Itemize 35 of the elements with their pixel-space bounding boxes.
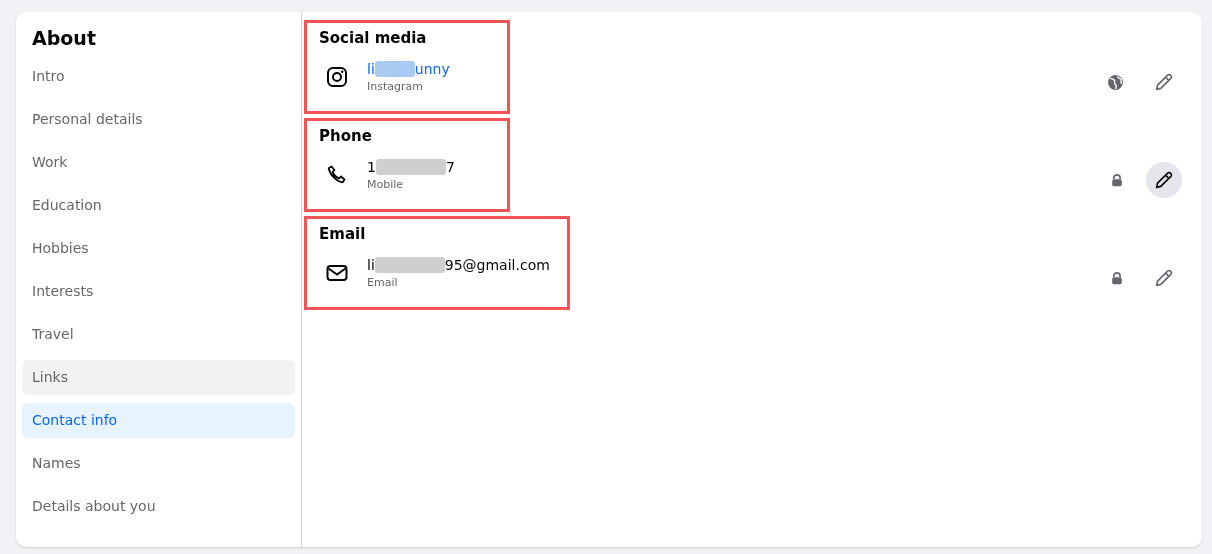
- contact-value: 7: [445, 159, 455, 175]
- instagram-icon: [325, 65, 349, 89]
- sidebar-item[interactable]: Intro: [22, 59, 295, 94]
- sidebar-item[interactable]: Education: [22, 188, 295, 223]
- contact-value: 1: [367, 159, 376, 175]
- sidebar-item[interactable]: Travel: [22, 317, 295, 352]
- contact-type-label: Mobile: [367, 178, 405, 191]
- contact-value: 95@gmail.com: [444, 257, 550, 273]
- contact-value: li: [367, 257, 375, 273]
- sidebar-item[interactable]: Hobbies: [22, 231, 295, 266]
- section-heading: Phone: [319, 127, 373, 145]
- section-heading: Email: [319, 225, 367, 243]
- sidebar-item[interactable]: Contact info: [22, 403, 295, 438]
- sidebar-item[interactable]: Links: [22, 360, 295, 395]
- sidebar-item[interactable]: Personal details: [22, 102, 295, 137]
- contact-type-label: Email: [367, 276, 399, 289]
- sidebar-item[interactable]: Interests: [22, 274, 295, 309]
- redaction-blur: [375, 159, 446, 175]
- sidebar-title: About: [31, 26, 97, 51]
- sidebar-item[interactable]: Details about you: [22, 489, 295, 524]
- sidebar-item[interactable]: Work: [22, 145, 295, 180]
- pencil-icon: [1153, 267, 1175, 289]
- pencil-icon: [1153, 169, 1175, 191]
- pencil-icon: [1153, 71, 1175, 93]
- lock-icon[interactable]: [1110, 271, 1124, 285]
- contact-type-label: Instagram: [367, 80, 424, 93]
- profile-link[interactable]: li: [367, 61, 375, 77]
- sidebar-item[interactable]: Names: [22, 446, 295, 481]
- globe-icon[interactable]: [1107, 73, 1124, 91]
- redaction-blur: [374, 257, 445, 273]
- lock-icon[interactable]: [1110, 173, 1124, 187]
- redaction-blur: [374, 61, 415, 77]
- section-heading: Social media: [319, 29, 428, 47]
- profile-link[interactable]: unny: [414, 61, 450, 77]
- edit-button[interactable]: [1146, 162, 1182, 198]
